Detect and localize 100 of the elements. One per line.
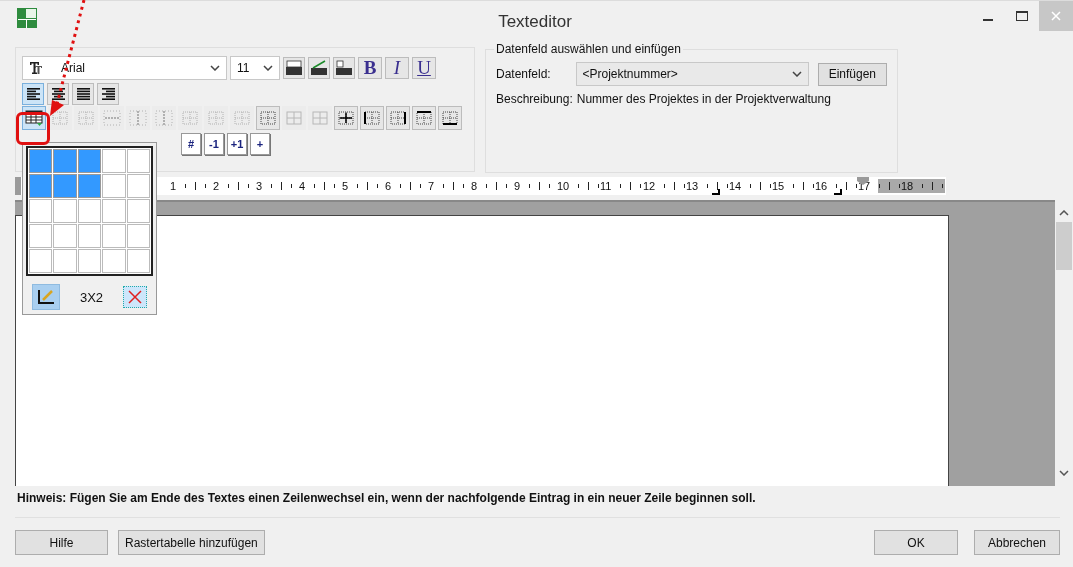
add-grid-table-button[interactable]: Rastertabelle hinzufügen: [118, 530, 265, 555]
ruler-margin: [878, 179, 945, 193]
pen-stroke-icon: [310, 60, 328, 76]
ok-button[interactable]: OK: [874, 530, 958, 555]
page-number-button[interactable]: -1: [204, 133, 224, 155]
ruler-number: 2: [213, 180, 220, 192]
grid-cell[interactable]: [126, 199, 151, 223]
ruler-number: 18: [901, 180, 914, 192]
table-tool-button[interactable]: [412, 106, 436, 130]
table-tool-button[interactable]: [334, 106, 358, 130]
cross-icon: [127, 289, 143, 305]
description-label: Beschreibung:: [496, 92, 573, 106]
page-number-button[interactable]: +1: [227, 133, 247, 155]
align-center-icon: [50, 87, 66, 101]
ruler-number: 4: [299, 180, 306, 192]
margin-marker-icon[interactable]: [711, 189, 721, 195]
insert-button[interactable]: Einfügen: [817, 62, 887, 86]
table-tool-button[interactable]: [360, 106, 384, 130]
maximize-icon: [1016, 11, 1028, 21]
grid-cell[interactable]: [29, 249, 53, 273]
grid-cell[interactable]: [53, 249, 77, 273]
grid-icon: [259, 110, 277, 126]
grid-cell[interactable]: [126, 224, 151, 248]
ruler-number: 9: [514, 180, 521, 192]
grid-icon: [285, 110, 303, 126]
ruler-number: 16: [815, 180, 828, 192]
grid-cell[interactable]: [126, 249, 151, 273]
font-select[interactable]: Arial: [22, 56, 227, 80]
text-style-button[interactable]: B: [358, 57, 382, 79]
grid-cell[interactable]: [29, 149, 53, 173]
align-right-icon: [100, 87, 116, 101]
draw-table-button[interactable]: [32, 284, 60, 310]
chevron-down-icon: [263, 65, 273, 71]
grid-cell[interactable]: [102, 149, 126, 173]
margin-marker-icon[interactable]: [833, 189, 843, 195]
ruler-number: 13: [686, 180, 699, 192]
pencil-icon: [36, 288, 56, 306]
grid-cell[interactable]: [102, 199, 126, 223]
scroll-up-icon[interactable]: [1059, 210, 1069, 216]
ruler-number: 14: [729, 180, 742, 192]
grid-cell[interactable]: [102, 174, 126, 198]
dashed-bar-icon: [129, 110, 147, 126]
help-button[interactable]: Hilfe: [15, 530, 108, 555]
chevron-down-icon: [791, 71, 802, 77]
grid-icon: [363, 110, 381, 126]
dashed-bar-icon: [155, 110, 173, 126]
grid-cell[interactable]: [29, 224, 53, 248]
highlight-button[interactable]: [308, 57, 330, 79]
description-text: Nummer des Projektes in der Projektverwaltung: [576, 92, 831, 106]
align-button[interactable]: [47, 83, 69, 105]
justify-icon: [75, 87, 91, 101]
grid-cell[interactable]: [53, 149, 77, 173]
font-size-select[interactable]: 11: [230, 56, 280, 80]
page-number-button[interactable]: #: [181, 133, 201, 155]
grid-cell[interactable]: [102, 224, 126, 248]
grid-cell[interactable]: [29, 199, 53, 223]
ruler-number: 1: [170, 180, 177, 192]
grid-cell[interactable]: [77, 149, 102, 173]
cancel-table-button[interactable]: [123, 286, 147, 308]
text-style-button[interactable]: I: [385, 57, 409, 79]
font-icon: [29, 61, 43, 75]
grid-icon: [311, 110, 329, 126]
table-tool-button[interactable]: [386, 106, 410, 130]
grid-cell[interactable]: [77, 199, 102, 223]
grid-cell[interactable]: [53, 199, 77, 223]
grid-icon: [415, 110, 433, 126]
cancel-button[interactable]: Abbrechen: [974, 530, 1060, 555]
align-button[interactable]: [97, 83, 119, 105]
page-number-button[interactable]: +: [250, 133, 270, 155]
grid-cell[interactable]: [126, 174, 151, 198]
ruler-number: 5: [342, 180, 349, 192]
grid-cell[interactable]: [102, 249, 126, 273]
grid-cell[interactable]: [126, 149, 151, 173]
swatch-icon: [285, 60, 303, 76]
data-field-select[interactable]: <Projektnummer>: [575, 62, 809, 86]
grid-icon: [337, 110, 355, 126]
grid-cell[interactable]: [77, 224, 102, 248]
grid-icon: [51, 110, 69, 126]
scroll-down-icon[interactable]: [1059, 470, 1069, 476]
grid-cell[interactable]: [77, 249, 102, 273]
ruler-number: 3: [256, 180, 263, 192]
background-color-button[interactable]: [333, 57, 355, 79]
text-color-button[interactable]: [283, 57, 305, 79]
align-button[interactable]: [72, 83, 94, 105]
ruler-number: 15: [772, 180, 785, 192]
grid-cell[interactable]: [77, 174, 102, 198]
table-tool-button[interactable]: [438, 106, 462, 130]
ruler-number: 8: [471, 180, 478, 192]
field-label: Datenfeld:: [496, 67, 552, 81]
grid-icon: [77, 110, 95, 126]
align-left-icon: [25, 87, 41, 101]
grid-cell[interactable]: [29, 174, 53, 198]
hint-text: Hinweis: Fügen Sie am Ende des Textes einen Zeilenwechsel ein, wenn der nachfolgende Eintrag in ein neuer Zeile beginnen soll.: [16, 490, 757, 507]
ruler-number: 11: [600, 180, 612, 192]
grid-icon: [207, 110, 225, 126]
align-button[interactable]: [22, 83, 44, 105]
grid-cell[interactable]: [53, 174, 77, 198]
grid-cell[interactable]: [53, 224, 77, 248]
scroll-thumb[interactable]: [1056, 222, 1072, 270]
text-style-button[interactable]: U: [412, 57, 436, 79]
